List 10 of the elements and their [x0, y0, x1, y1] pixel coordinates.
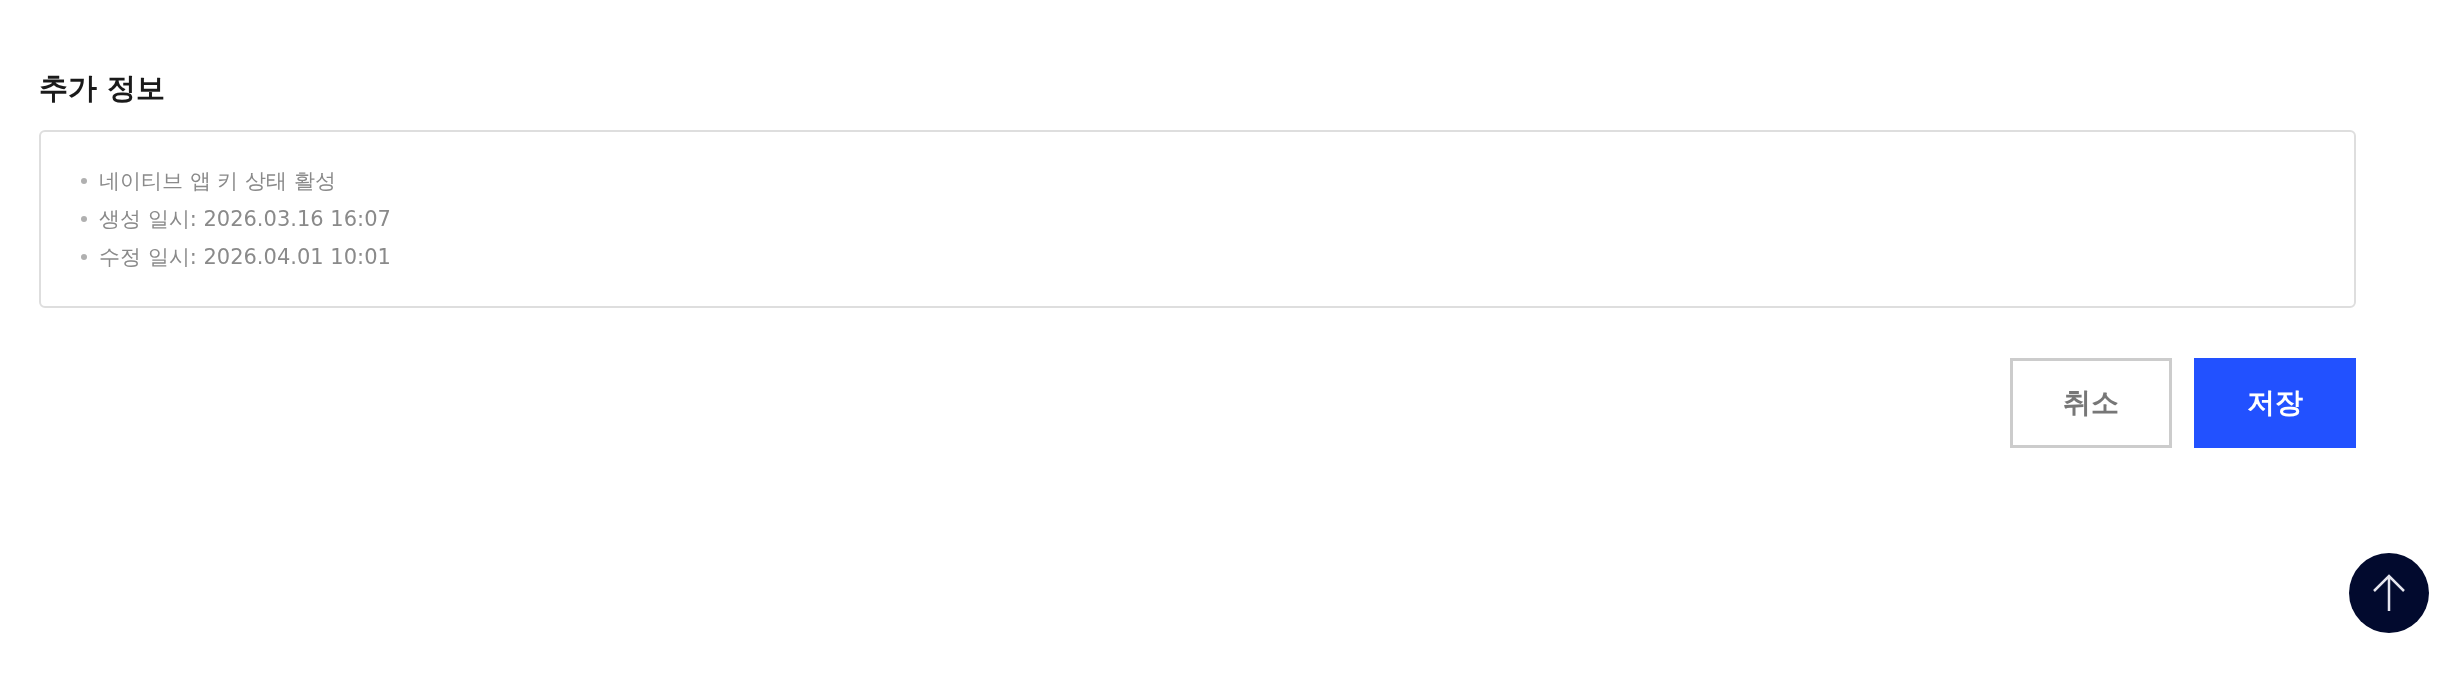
- bullet-icon: [81, 254, 87, 260]
- section-title: 추가 정보: [39, 70, 167, 107]
- bullet-icon: [81, 178, 87, 184]
- info-text: 수정 일시: 2026.04.01 10:01: [99, 244, 391, 271]
- info-text: 네이티브 앱 키 상태 활성: [99, 168, 336, 195]
- info-text: 생성 일시: 2026.03.16 16:07: [99, 206, 391, 233]
- bullet-icon: [81, 216, 87, 222]
- save-button[interactable]: 저장: [2194, 358, 2356, 448]
- cancel-button[interactable]: 취소: [2010, 358, 2172, 448]
- arrow-up-icon: [2372, 574, 2406, 612]
